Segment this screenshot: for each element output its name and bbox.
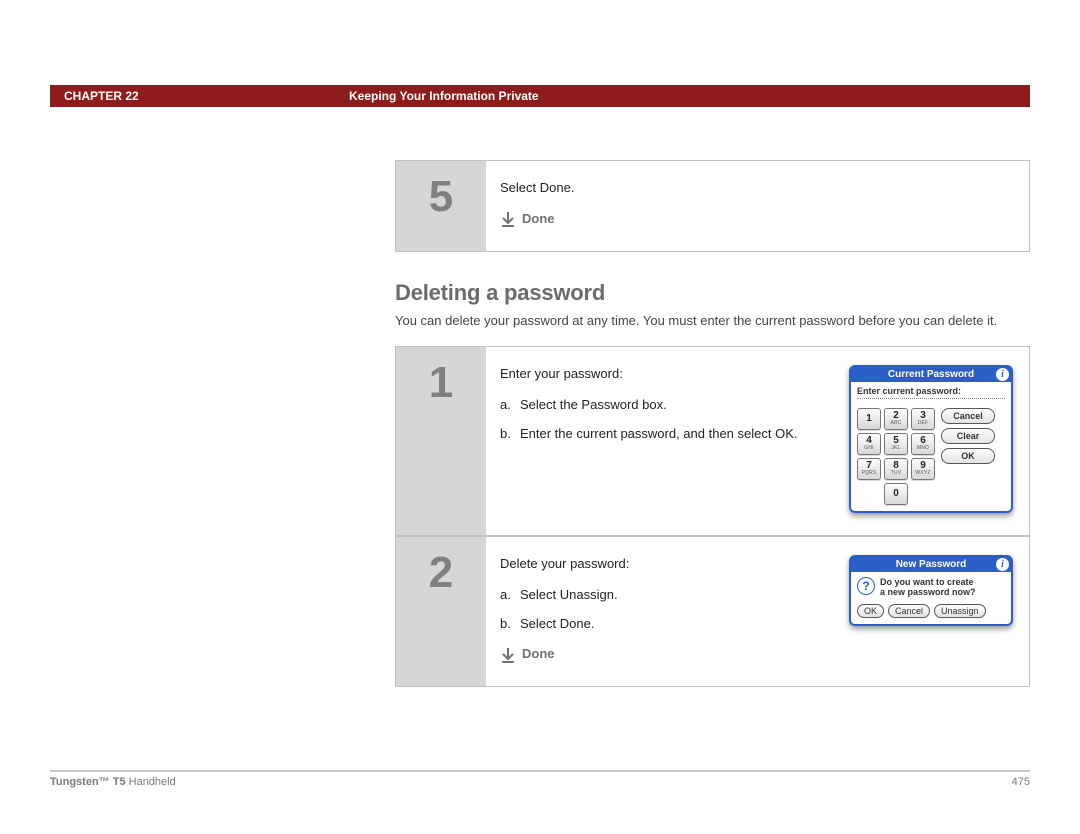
sub-text: Enter the current password, and then sel… [520,425,797,444]
step-text: Delete your password: a. Select Unassign… [500,555,833,664]
key-1[interactable]: 1 [857,408,881,430]
chapter-label: CHAPTER 22 [50,89,349,103]
chapter-header-bar: CHAPTER 22 Keeping Your Information Priv… [50,85,1030,107]
key-5[interactable]: 5JKL [884,433,908,455]
chapter-title: Keeping Your Information Private [349,89,539,103]
cancel-button[interactable]: Cancel [941,408,995,424]
palm-dialog-new-password: New Password i ? Do you want to create a… [849,555,1013,626]
content-area: 5 Select Done. Done Deleting a [395,160,1030,693]
info-icon[interactable]: i [996,368,1009,381]
step-lead: Enter your password: [500,365,833,384]
unassign-button[interactable]: Unassign [934,604,986,618]
page-footer: Tungsten™ T5 Handheld 475 [50,770,1030,788]
key-2[interactable]: 2ABC [884,408,908,430]
dialog-titlebar: Current Password i [851,367,1011,382]
step-number-column: 2 [396,537,486,686]
clear-button[interactable]: Clear [941,428,995,444]
question-icon: ? [857,577,875,595]
dialog-content: ? Do you want to create a new password n… [851,572,1011,624]
sub-item-a: a. Select Unassign. [500,586,833,605]
dialog-body-row: 1 2ABC 3DEF 4GHI 5JKL 6MNO 7PQRS 8TUV 9W… [857,408,1005,505]
sub-letter: b. [500,425,520,444]
footer-page-number: 475 [1012,776,1030,788]
key-4[interactable]: 4GHI [857,433,881,455]
password-input-line[interactable] [857,398,1005,402]
step-body: Delete your password: a. Select Unassign… [486,537,1029,686]
current-password-dialog-illustration: Current Password i Enter current passwor… [849,365,1013,513]
sub-item-b: b. Enter the current password, and then … [500,425,833,444]
step-number: 2 [429,551,453,595]
done-label: Done [522,645,555,664]
new-password-dialog-illustration: New Password i ? Do you want to create a… [849,555,1013,664]
sub-item-b: b. Select Done. [500,615,833,634]
step-number-column: 5 [396,161,486,251]
step-number: 1 [429,361,453,405]
dialog-titlebar: New Password i [851,557,1011,572]
done-label: Done [522,210,555,229]
info-icon[interactable]: i [996,558,1009,571]
key-0[interactable]: 0 [884,483,908,505]
key-6[interactable]: 6MNO [911,433,935,455]
step-body: Enter your password: a. Select the Passw… [486,347,1029,535]
step-5-box: 5 Select Done. Done [395,160,1030,252]
step-text: Enter your password: a. Select the Passw… [500,365,833,513]
dialog-content: Enter current password: 1 2ABC 3DEF 4GHI… [851,382,1011,511]
dialog-side-buttons: Cancel Clear OK [941,408,995,505]
dialog-button-row: OK Cancel Unassign [857,604,1005,618]
key-3[interactable]: 3DEF [911,408,935,430]
cancel-button[interactable]: Cancel [888,604,930,618]
footer-product: Tungsten™ T5 Handheld [50,776,176,788]
dialog-prompt: Enter current password: [857,386,1005,396]
step-1-box: 1 Enter your password: a. Select the Pas… [395,346,1030,536]
step-body: Select Done. Done [486,161,1029,251]
sub-item-a: a. Select the Password box. [500,396,833,415]
sub-list: a. Select Unassign. b. Select Done. [500,586,833,634]
ok-button[interactable]: OK [941,448,995,464]
down-arrow-icon [500,647,516,663]
done-marker: Done [500,210,1013,229]
page: CHAPTER 22 Keeping Your Information Priv… [0,0,1080,834]
section-heading: Deleting a password [395,280,1030,306]
step-2-box: 2 Delete your password: a. Select Unassi… [395,536,1030,687]
sub-letter: a. [500,586,520,605]
step-number-column: 1 [396,347,486,535]
dialog-message-row: ? Do you want to create a new password n… [857,577,1005,598]
step-instruction: Select Done. [500,179,1013,198]
step-number: 5 [429,175,453,219]
sub-text: Select Done. [520,615,594,634]
dialog-message: Do you want to create a new password now… [880,577,976,598]
key-8[interactable]: 8TUV [884,458,908,480]
section-intro: You can delete your password at any time… [395,312,1030,330]
sub-letter: a. [500,396,520,415]
down-arrow-icon [500,211,516,227]
dialog-title: New Password [896,559,967,570]
step-text: Select Done. Done [500,179,1013,229]
sub-text: Select Unassign. [520,586,618,605]
key-9[interactable]: 9WXYZ [911,458,935,480]
sub-text: Select the Password box. [520,396,667,415]
footer-product-bold: Tungsten™ T5 [50,776,126,788]
palm-dialog-current-password: Current Password i Enter current passwor… [849,365,1013,513]
key-7[interactable]: 7PQRS [857,458,881,480]
step-lead: Delete your password: [500,555,833,574]
done-marker: Done [500,645,833,664]
ok-button[interactable]: OK [857,604,884,618]
sub-list: a. Select the Password box. b. Enter the… [500,396,833,444]
sub-letter: b. [500,615,520,634]
dialog-title: Current Password [888,369,974,380]
footer-product-rest: Handheld [126,776,176,788]
numeric-keypad: 1 2ABC 3DEF 4GHI 5JKL 6MNO 7PQRS 8TUV 9W… [857,408,935,505]
